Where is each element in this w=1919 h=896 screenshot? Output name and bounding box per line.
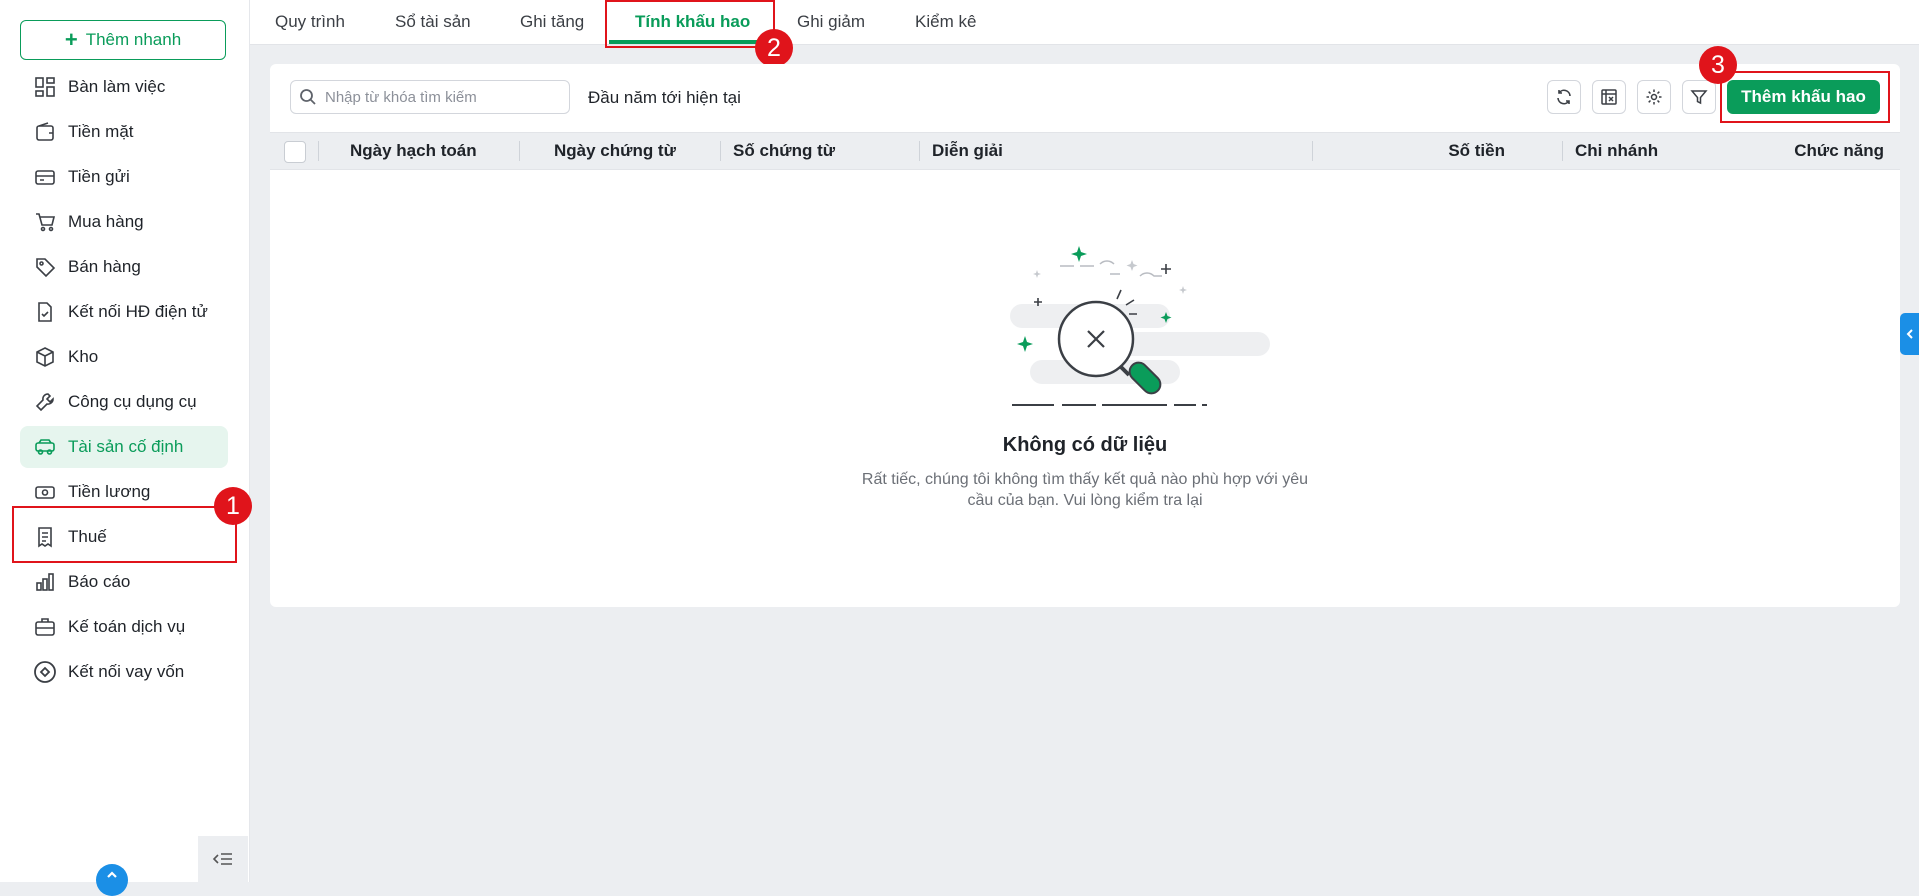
- step-badge-1: 1: [214, 487, 252, 525]
- sidebar-item-tien-mat[interactable]: Tiền mặt: [20, 111, 228, 153]
- column-header-chi-nhanh[interactable]: Chi nhánh: [1575, 133, 1658, 169]
- column-divider: [720, 141, 721, 161]
- step-badge-3: 3: [1699, 46, 1737, 84]
- tag-icon: [33, 255, 57, 279]
- collapse-sidebar-button[interactable]: [198, 836, 248, 882]
- column-divider: [1312, 141, 1313, 161]
- export-excel-button[interactable]: [1592, 80, 1626, 114]
- cart-icon: [33, 210, 57, 234]
- sidebar-item-label: Tiền mặt: [68, 122, 134, 141]
- quick-add-label: Thêm nhanh: [85, 30, 182, 49]
- gear-icon: [1646, 89, 1662, 105]
- empty-state-description-line: Rất tiếc, chúng tôi không tìm thấy kết q…: [861, 471, 1309, 488]
- briefcase-icon: [33, 615, 57, 639]
- period-selector[interactable]: Đầu năm tới hiện tại: [588, 88, 741, 108]
- column-header-so-chung-tu[interactable]: Số chứng từ: [733, 133, 835, 169]
- sidebar-item-label: Mua hàng: [68, 212, 144, 231]
- sidebar-item-label: Tiền lương: [68, 482, 151, 501]
- highlight-box-1: [12, 506, 237, 563]
- box-icon: [33, 345, 57, 369]
- highlight-box-3: [1720, 71, 1890, 123]
- wrench-icon: [33, 390, 57, 414]
- sidebar-item-ban-lam-viec[interactable]: Bàn làm việc: [20, 66, 228, 108]
- column-header-dien-giai[interactable]: Diễn giải: [932, 133, 1003, 169]
- sidebar-item-label: Kế toán dịch vụ: [68, 617, 186, 636]
- main-panel: Nhập từ khóa tìm kiếm Đầu năm tới hiện t…: [270, 64, 1900, 607]
- search-placeholder: Nhập từ khóa tìm kiếm: [325, 88, 477, 106]
- column-header-chuc-nang: Chức năng: [1794, 141, 1884, 160]
- column-divider: [1562, 141, 1563, 161]
- plus-icon: +: [64, 27, 78, 52]
- sidebar-item-label: Bán hàng: [68, 257, 141, 276]
- excel-icon: [1601, 89, 1617, 105]
- right-panel-toggle[interactable]: [1900, 313, 1919, 355]
- tab-kiem-ke[interactable]: Kiểm kê: [915, 0, 976, 44]
- sidebar-item-kho[interactable]: Kho: [20, 336, 228, 378]
- refresh-icon: [1557, 89, 1571, 105]
- filter-icon: [1690, 90, 1708, 105]
- document-check-icon: [33, 300, 57, 324]
- wallet-icon: [33, 120, 57, 144]
- sidebar-item-tien-gui[interactable]: Tiền gửi: [20, 156, 228, 198]
- tab-ghi-giam[interactable]: Ghi giảm: [797, 0, 865, 44]
- cash-icon: [33, 480, 57, 504]
- scroll-up-button[interactable]: [96, 864, 128, 896]
- empty-state-illustration: [1010, 246, 1270, 406]
- bank-card-icon: [33, 165, 57, 189]
- settings-button[interactable]: [1637, 80, 1671, 114]
- sidebar: + Thêm nhanh Bàn làm việc Tiền mặt Tiền …: [0, 0, 250, 896]
- sidebar-item-cong-cu[interactable]: Công cụ dụng cụ: [20, 381, 228, 423]
- step-badge-2: 2: [755, 29, 793, 67]
- highlight-box-2: [605, 0, 775, 48]
- empty-state-title: Không có dữ liệu: [1002, 434, 1168, 456]
- dashboard-icon: [33, 75, 57, 99]
- tab-quy-trinh[interactable]: Quy trình: [275, 0, 345, 44]
- sidebar-item-label: Tài sản cố định: [68, 437, 184, 456]
- sidebar-item-label: Công cụ dụng cụ: [68, 392, 197, 411]
- tab-bar: Quy trình Sổ tài sản Ghi tăng Tính khấu …: [250, 0, 1919, 45]
- chevron-up-icon: [107, 871, 117, 878]
- quick-add-button[interactable]: + Thêm nhanh: [20, 20, 226, 60]
- filter-button[interactable]: [1682, 80, 1716, 114]
- sidebar-item-label: Kho: [68, 347, 99, 366]
- column-header-so-tien[interactable]: Số tiền: [1325, 133, 1505, 169]
- bar-chart-icon: [33, 570, 57, 594]
- collapse-icon: [212, 853, 232, 865]
- column-divider: [919, 141, 920, 161]
- search-icon: [300, 89, 316, 105]
- column-header-ngay-hach-toan[interactable]: Ngày hạch toán: [350, 133, 477, 169]
- empty-state-description-line: cầu của bạn. Vui lòng kiểm tra lại: [967, 492, 1203, 509]
- sidebar-item-label: Báo cáo: [68, 572, 131, 591]
- sidebar-item-label: Bàn làm việc: [68, 77, 166, 96]
- link-circle-icon: [33, 660, 57, 684]
- truck-icon: [33, 435, 57, 459]
- select-all-checkbox[interactable]: [284, 141, 306, 163]
- column-header-ngay-chung-tu[interactable]: Ngày chứng từ: [554, 133, 676, 169]
- tab-so-tai-san[interactable]: Sổ tài sản: [395, 0, 471, 44]
- empty-state-description: Rất tiếc, chúng tôi không tìm thấy kết q…: [835, 469, 1335, 511]
- sidebar-item-ke-toan-dich-vu[interactable]: Kế toán dịch vụ: [20, 606, 228, 648]
- sidebar-item-mua-hang[interactable]: Mua hàng: [20, 201, 228, 243]
- sidebar-item-ket-noi-vay-von[interactable]: Kết nối vay vốn: [20, 651, 228, 693]
- sidebar-item-label: Kết nối vay vốn: [68, 662, 185, 681]
- column-divider: [318, 141, 319, 161]
- tab-ghi-tang[interactable]: Ghi tăng: [520, 0, 584, 44]
- sidebar-item-label: Tiền gửi: [68, 167, 130, 186]
- sidebar-item-tai-san-co-dinh[interactable]: Tài sản cố định: [20, 426, 228, 468]
- column-divider: [519, 141, 520, 161]
- sidebar-item-label: Kết nối HĐ điện tử: [68, 302, 208, 321]
- table-header: Ngày hạch toán Ngày chứng từ Số chứng từ…: [270, 132, 1900, 170]
- sidebar-item-bao-cao[interactable]: Báo cáo: [20, 561, 228, 603]
- sidebar-item-ket-noi-hd[interactable]: Kết nối HĐ điện tử: [20, 291, 228, 333]
- refresh-button[interactable]: [1547, 80, 1581, 114]
- chevron-left-icon: [1906, 329, 1913, 339]
- sidebar-item-ban-hang[interactable]: Bán hàng: [20, 246, 228, 288]
- search-input[interactable]: Nhập từ khóa tìm kiếm: [290, 80, 570, 114]
